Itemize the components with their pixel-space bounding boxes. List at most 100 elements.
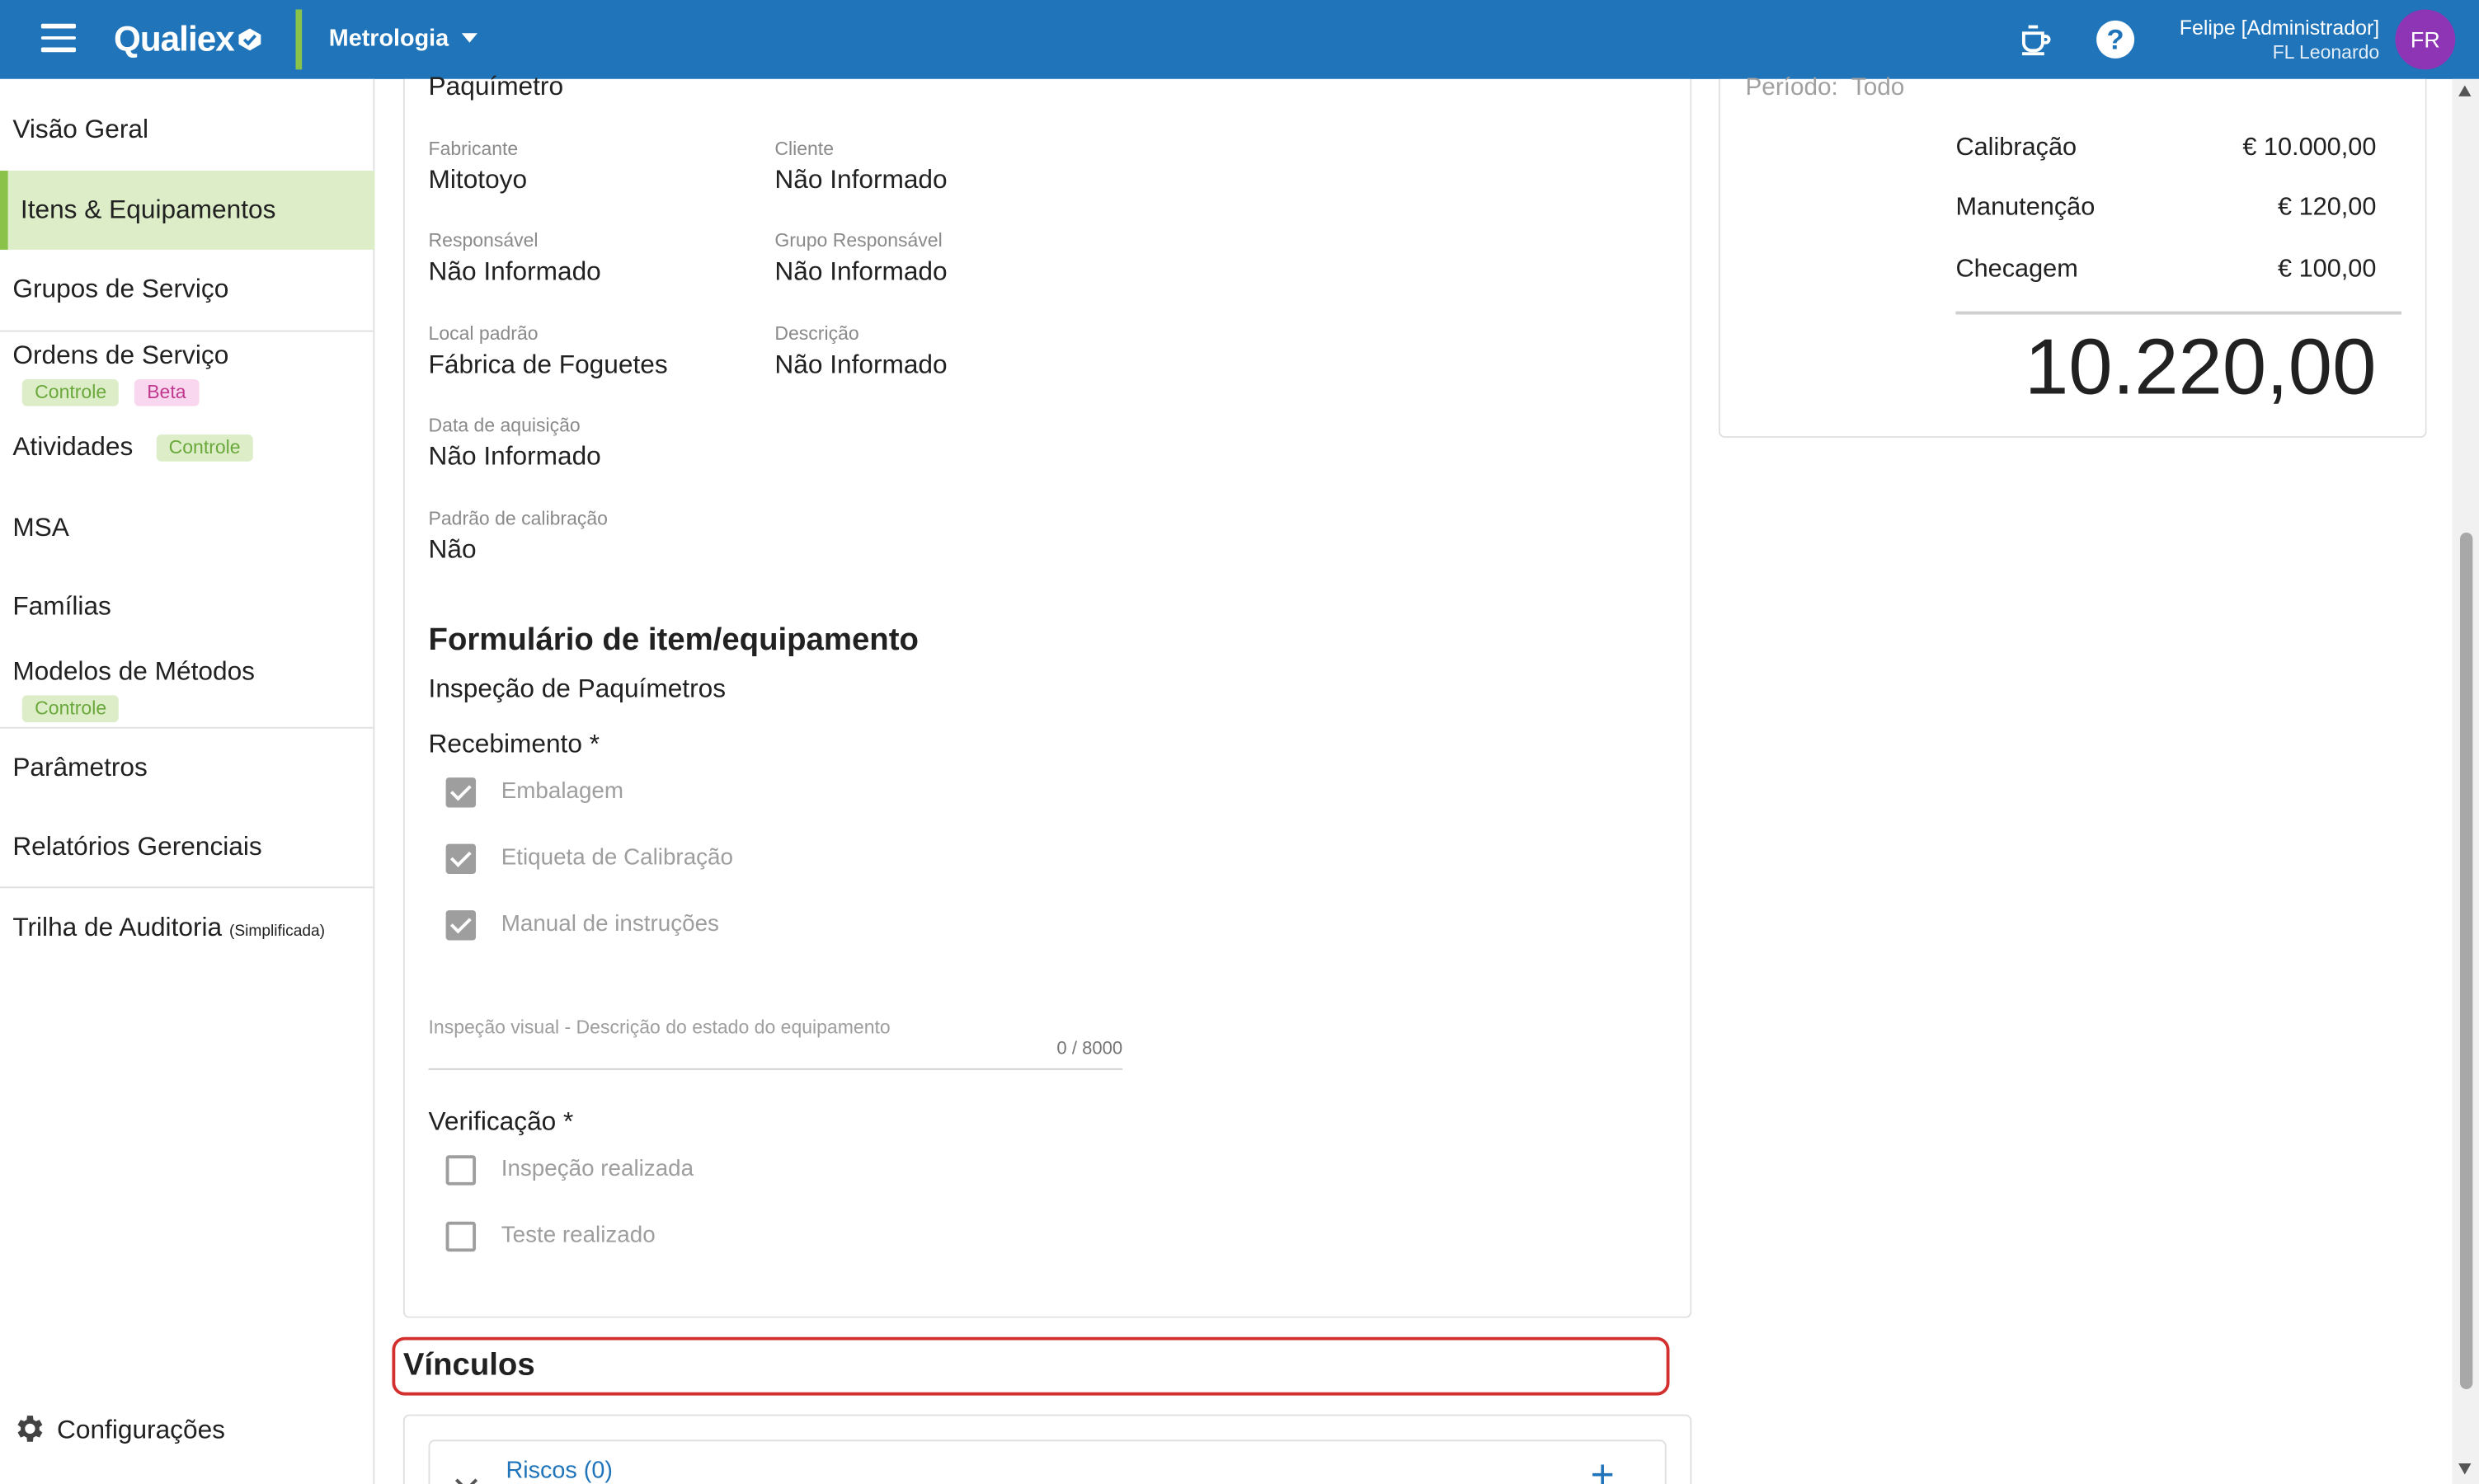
checkbox-label: Etiqueta de Calibração — [501, 845, 733, 871]
module-selector[interactable]: Metrologia — [328, 25, 477, 53]
form-title: Formulário de item/equipamento — [428, 622, 919, 658]
field-value: Não Informado — [428, 257, 601, 286]
sidebar-item-label: Grupos de Serviço — [12, 275, 229, 304]
checkbox-unchecked-icon[interactable] — [445, 1155, 477, 1186]
sidebar-item-label: Ordens de Serviço — [12, 341, 229, 370]
periodo-label: Período: — [1745, 74, 1838, 101]
scroll-up-icon[interactable] — [2458, 85, 2472, 96]
menu-icon[interactable] — [40, 23, 77, 55]
sidebar-item-relatorios[interactable]: Relatórios Gerenciais — [0, 833, 374, 862]
scrollbar-thumb[interactable] — [2460, 532, 2473, 1389]
sidebar-item-grupos-servico[interactable]: Grupos de Serviço — [0, 275, 374, 305]
logo-text: Qualiex — [114, 19, 235, 59]
riscos-expander[interactable]: Riscos (0) + — [428, 1439, 1667, 1484]
user-name[interactable]: Felipe [Administrador] — [2180, 16, 2379, 40]
checkbox-label: Inspeção realizada — [501, 1157, 694, 1182]
vinculos-highlight — [392, 1336, 1670, 1396]
field-value: Fábrica de Foguetes — [428, 350, 668, 380]
app-window: Qualiex Metrologia ? Felipe [Administrad… — [0, 0, 2479, 1484]
textarea-label: Inspeção visual - Descrição do estado do… — [428, 1016, 891, 1039]
controle-badge: Controle — [156, 434, 253, 462]
sidebar-item-ordens-servico[interactable]: Ordens de Serviço Controle Beta — [0, 341, 374, 406]
field-value: Não — [428, 535, 477, 565]
sidebar-item-trilha-auditoria[interactable]: Trilha de Auditoria (Simplificada) — [0, 913, 374, 943]
sidebar-item-label: Famílias — [12, 592, 111, 622]
sidebar-item-label: Relatórios Gerenciais — [12, 833, 262, 862]
cost-total: 10.220,00 — [2024, 322, 2377, 411]
scroll-down-icon[interactable] — [2458, 1463, 2472, 1475]
sidebar-item-label: MSA — [12, 513, 69, 542]
sidebar-item-label: Parâmetros — [12, 754, 148, 782]
field-label: Responsável — [428, 228, 539, 251]
avatar[interactable]: FR — [2395, 9, 2456, 70]
checkbox-checked-icon[interactable] — [445, 910, 477, 941]
field-label: Padrão de calibração — [428, 507, 608, 530]
sidebar-item-label: Trilha de Auditoria — [12, 913, 223, 942]
riscos-label[interactable]: Riscos (0) — [506, 1457, 612, 1484]
inspecao-visual-textarea[interactable]: Inspeção visual - Descrição do estado do… — [428, 1013, 1123, 1070]
field-value: Não Informado — [428, 442, 601, 472]
field-label: Grupo Responsável — [774, 228, 943, 251]
cost-label: Manutenção — [1955, 194, 2096, 222]
logo-mark-icon — [238, 28, 261, 51]
cost-value: € 100,00 — [2278, 256, 2377, 284]
cost-value: € 10.000,00 — [2242, 134, 2377, 162]
checkbox-label: Embalagem — [501, 779, 624, 805]
controle-badge: Controle — [21, 695, 120, 723]
beta-badge: Beta — [134, 379, 199, 406]
sidebar-item-label: Configurações — [57, 1416, 226, 1445]
periodo-filter[interactable]: Período: Todo — [1745, 74, 1904, 103]
chevron-down-icon[interactable] — [454, 1469, 478, 1484]
cost-value: € 120,00 — [2278, 194, 2377, 222]
field-value: Não Informado — [774, 350, 948, 380]
module-label: Metrologia — [328, 25, 449, 53]
cost-divider — [1955, 311, 2402, 315]
chevron-down-icon — [461, 33, 477, 43]
checkbox-label: Teste realizado — [501, 1223, 656, 1249]
sidebar-item-atividades[interactable]: Atividades Controle — [0, 433, 374, 463]
vinculos-title: Vínculos — [402, 1348, 535, 1383]
item-type-value: Paquímetro — [428, 73, 564, 101]
controle-badge: Controle — [21, 379, 120, 406]
sidebar-item-label: Modelos de Métodos — [12, 657, 256, 686]
cost-label: Checagem — [1955, 256, 2078, 284]
checkbox-unchecked-icon[interactable] — [445, 1221, 477, 1252]
sidebar-divider — [0, 886, 375, 889]
scrollbar[interactable] — [2452, 78, 2479, 1484]
field-label: Cliente — [774, 137, 835, 160]
checkbox-checked-icon[interactable] — [445, 843, 477, 875]
sidebar-item-note: (Simplificada) — [228, 923, 326, 941]
sidebar-item-visao-geral[interactable]: Visão Geral — [0, 115, 374, 145]
sidebar-item-label: Itens & Equipamentos — [20, 195, 276, 225]
coffee-cup-icon[interactable] — [2017, 21, 2055, 59]
sidebar-item-itens-equipamentos[interactable]: Itens & Equipamentos — [0, 171, 375, 250]
sidebar-item-label: Atividades — [12, 433, 134, 462]
recebimento-label: Recebimento * — [428, 730, 600, 759]
sidebar-item-modelos-metodos[interactable]: Modelos de Métodos Controle — [0, 657, 374, 723]
sidebar-item-parametros[interactable]: Parâmetros — [0, 754, 374, 783]
checkbox-label: Manual de instruções — [501, 912, 719, 937]
form-subtitle: Inspeção de Paquímetros — [428, 674, 727, 704]
sidebar-divider — [0, 726, 375, 729]
field-label: Local padrão — [428, 322, 539, 345]
char-counter: 0 / 8000 — [1056, 1040, 1123, 1059]
user-company: FL Leonardo — [2272, 40, 2380, 63]
verificacao-label: Verificação * — [428, 1107, 574, 1137]
app-logo[interactable]: Qualiex — [114, 19, 262, 60]
sidebar-item-familias[interactable]: Famílias — [0, 593, 374, 622]
field-label: Data de aquisição — [428, 414, 581, 437]
field-value: Mitotoyo — [428, 166, 528, 195]
add-icon[interactable]: + — [1591, 1454, 1615, 1484]
field-label: Descrição — [774, 322, 859, 345]
cost-label: Calibração — [1955, 134, 2077, 162]
sidebar-divider — [0, 330, 375, 332]
sidebar-item-configuracoes[interactable]: Configurações — [0, 1411, 374, 1446]
field-value: Não Informado — [774, 257, 948, 286]
field-value: Não Informado — [774, 166, 948, 195]
sidebar-item-msa[interactable]: MSA — [0, 514, 374, 543]
gear-icon — [17, 1416, 43, 1442]
top-bar: Qualiex Metrologia ? Felipe [Administrad… — [0, 0, 2479, 79]
sidebar-item-label: Visão Geral — [12, 115, 149, 144]
help-icon[interactable]: ? — [2096, 20, 2135, 59]
checkbox-checked-icon[interactable] — [445, 777, 477, 808]
